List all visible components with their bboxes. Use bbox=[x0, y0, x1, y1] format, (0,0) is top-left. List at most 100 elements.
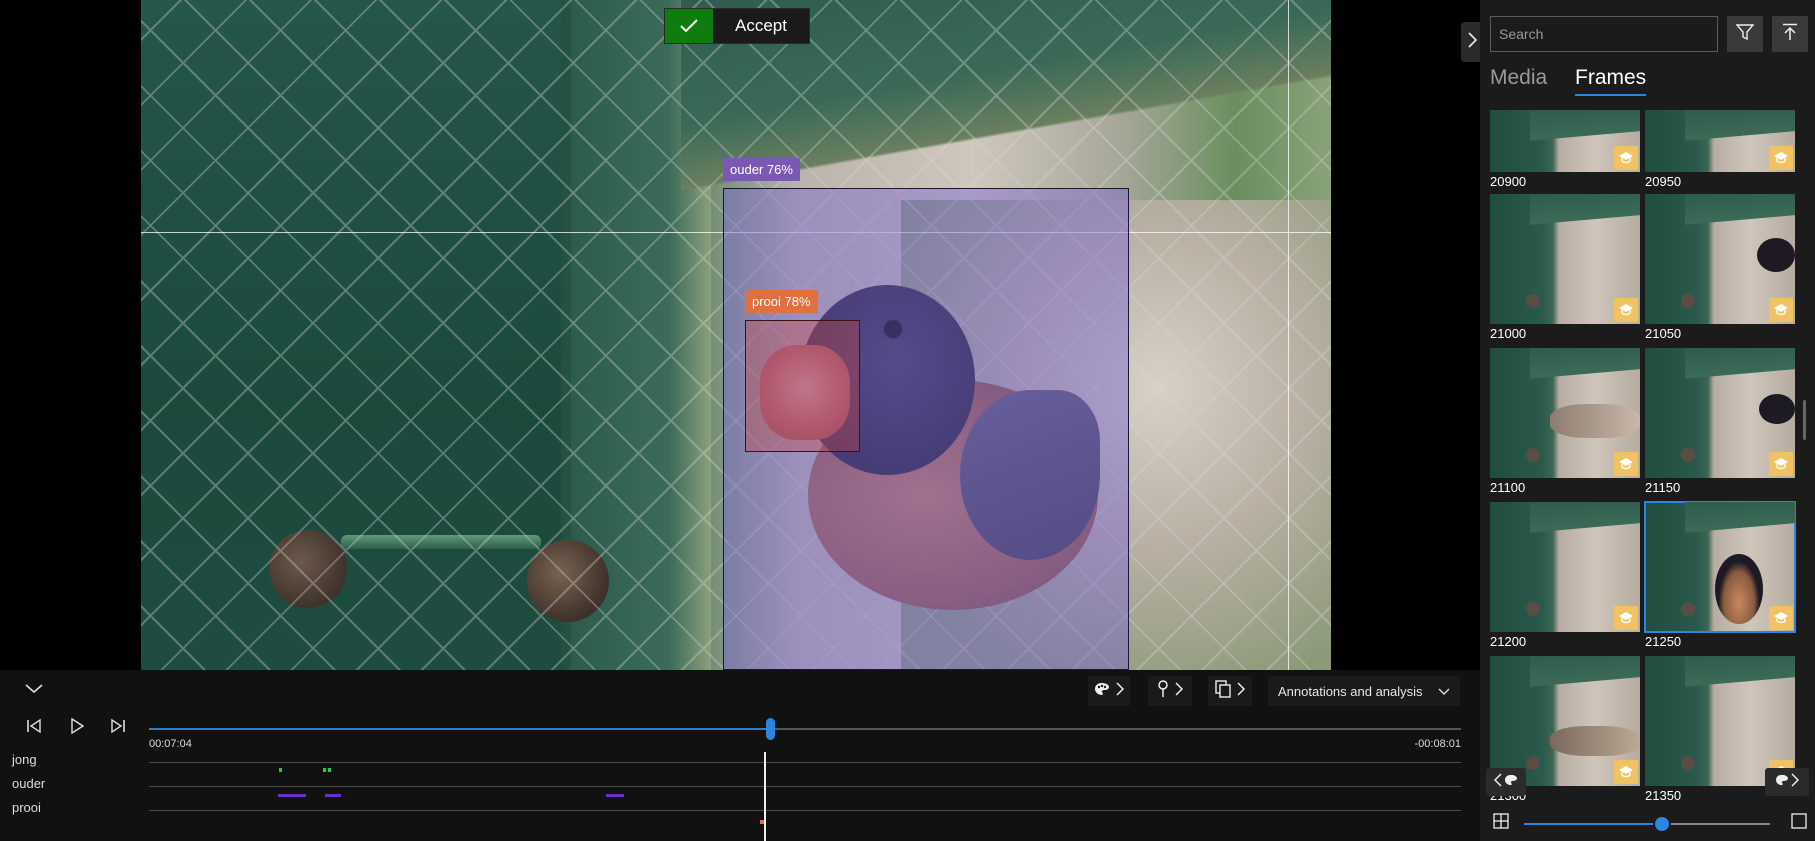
thumbnail-size-slider[interactable] bbox=[1524, 815, 1770, 833]
chevron-down-icon bbox=[1438, 684, 1450, 699]
graduation-cap-icon bbox=[1614, 146, 1638, 170]
media-viewer[interactable]: ouder 76% prooi 78% Accept bbox=[0, 0, 1480, 670]
annotation-class: ouder bbox=[730, 162, 764, 177]
chevron-down-icon bbox=[25, 681, 43, 699]
track-label-prooi: prooi bbox=[12, 800, 41, 815]
palette-icon bbox=[1094, 682, 1110, 701]
chevron-right-icon bbox=[1467, 31, 1477, 53]
graduation-cap-icon bbox=[1614, 452, 1638, 476]
frame-number: 20950 bbox=[1645, 174, 1682, 189]
skip-forward-icon bbox=[110, 718, 126, 739]
checkmark-icon bbox=[665, 9, 713, 43]
scrubber-thumb[interactable] bbox=[765, 718, 775, 740]
sidebar-panel: Media Frames 20900 20950 bbox=[1480, 0, 1815, 841]
graduation-cap-icon bbox=[1614, 606, 1638, 630]
frame-thumbnail[interactable]: 21100 bbox=[1490, 348, 1640, 495]
palette-icon bbox=[1775, 773, 1789, 791]
frame-thumbnail[interactable]: 21350 bbox=[1645, 656, 1795, 800]
frame-thumbnail[interactable]: 21000 bbox=[1490, 194, 1640, 341]
crosshair-vertical bbox=[1288, 0, 1289, 670]
single-view-icon bbox=[1791, 812, 1807, 834]
filter-button[interactable] bbox=[1727, 16, 1763, 52]
search-input[interactable] bbox=[1490, 16, 1718, 52]
track-marker-jong[interactable] bbox=[279, 768, 282, 772]
timeline-panel: Annotations and analysis 00:07:04 -00:08… bbox=[0, 670, 1480, 841]
slider-thumb[interactable] bbox=[1652, 815, 1671, 833]
track-line-jong[interactable] bbox=[149, 762, 1461, 763]
chevron-right-icon bbox=[1237, 681, 1246, 701]
scroll-to-top-icon bbox=[1782, 23, 1798, 46]
annotation-class: prooi bbox=[752, 294, 781, 309]
track-marker-jong[interactable] bbox=[323, 768, 326, 772]
copy-menu-button[interactable] bbox=[1208, 676, 1252, 706]
palette-menu-button[interactable] bbox=[1088, 676, 1130, 706]
track-marker-ouder[interactable] bbox=[606, 794, 624, 797]
view-mode-label: Annotations and analysis bbox=[1278, 683, 1423, 699]
previous-button[interactable] bbox=[20, 714, 48, 742]
playhead[interactable] bbox=[764, 752, 766, 841]
frame-thumbnail-selected[interactable]: 21250 bbox=[1644, 501, 1796, 649]
frame-number: 21050 bbox=[1645, 326, 1682, 341]
grid-view-icon bbox=[1493, 812, 1509, 834]
frame-number: 20900 bbox=[1490, 174, 1527, 189]
track-marker-ouder[interactable] bbox=[325, 794, 341, 797]
frame-number: 21350 bbox=[1645, 788, 1682, 800]
timeline-scrubber[interactable] bbox=[149, 718, 1461, 740]
track-marker-jong[interactable] bbox=[328, 768, 331, 772]
scroll-to-top-button[interactable] bbox=[1772, 16, 1808, 52]
frame-thumbnail[interactable]: 20950 bbox=[1645, 110, 1795, 189]
chevron-right-icon bbox=[1175, 681, 1184, 701]
frame-thumbnail[interactable]: 21200 bbox=[1490, 502, 1640, 649]
graduation-cap-icon bbox=[1769, 146, 1793, 170]
scrubber-progress bbox=[149, 728, 770, 730]
frame-number: 21150 bbox=[1645, 480, 1681, 495]
chevron-right-icon bbox=[1116, 681, 1125, 701]
accept-label: Accept bbox=[735, 16, 787, 35]
frame-thumbnail[interactable]: 20900 bbox=[1490, 110, 1640, 189]
collapse-button[interactable] bbox=[20, 678, 48, 702]
graduation-cap-icon bbox=[1769, 452, 1793, 476]
chevron-right-icon bbox=[1791, 772, 1800, 792]
single-view-button[interactable] bbox=[1788, 812, 1810, 834]
next-button[interactable] bbox=[104, 714, 132, 742]
graduation-cap-icon bbox=[1769, 298, 1793, 322]
filter-icon bbox=[1735, 23, 1755, 46]
previous-page-button[interactable] bbox=[1486, 768, 1526, 796]
play-icon bbox=[70, 717, 85, 739]
frame-thumbnail[interactable]: 21050 bbox=[1645, 194, 1795, 341]
pin-menu-button[interactable] bbox=[1148, 676, 1192, 706]
view-mode-dropdown[interactable]: Annotations and analysis bbox=[1268, 676, 1460, 706]
annotation-score: 78% bbox=[784, 294, 811, 309]
next-page-button[interactable] bbox=[1765, 768, 1809, 796]
bounding-box-prooi[interactable] bbox=[745, 320, 860, 452]
tab-media[interactable]: Media bbox=[1490, 66, 1547, 94]
bounding-box-label[interactable]: ouder 76% bbox=[723, 158, 800, 181]
frame-grid: 20900 20950 21000 21050 21100 21150 2120… bbox=[1490, 110, 1802, 800]
sidebar-scrollbar[interactable] bbox=[1803, 400, 1806, 440]
frame-number: 21000 bbox=[1490, 326, 1527, 341]
frame-thumbnail[interactable]: 21150 bbox=[1645, 348, 1795, 495]
pin-icon bbox=[1157, 679, 1169, 703]
copy-icon bbox=[1215, 679, 1231, 703]
graduation-cap-icon bbox=[1614, 760, 1638, 784]
frame-thumbnail[interactable]: 21300 bbox=[1490, 656, 1640, 800]
accept-button[interactable]: Accept bbox=[664, 8, 810, 44]
track-line-prooi[interactable] bbox=[149, 810, 1461, 811]
palette-icon bbox=[1504, 773, 1518, 791]
frame-number: 21200 bbox=[1490, 634, 1527, 649]
current-time: 00:07:04 bbox=[149, 738, 192, 750]
frame-number: 21100 bbox=[1490, 480, 1526, 495]
tab-frames[interactable]: Frames bbox=[1575, 66, 1647, 96]
graduation-cap-icon bbox=[1614, 298, 1638, 322]
annotation-score: 76% bbox=[766, 162, 793, 177]
app-window: ouder 76% prooi 78% Accept Annotations a… bbox=[0, 0, 1815, 841]
bounding-box-label[interactable]: prooi 78% bbox=[745, 290, 818, 313]
grid-view-button[interactable] bbox=[1490, 812, 1512, 834]
play-button[interactable] bbox=[63, 714, 91, 742]
graduation-cap-icon bbox=[1769, 606, 1793, 630]
skip-back-icon bbox=[26, 718, 42, 739]
track-marker-ouder[interactable] bbox=[278, 794, 306, 797]
track-line-ouder[interactable] bbox=[149, 786, 1461, 787]
track-label-jong: jong bbox=[12, 752, 37, 767]
track-label-ouder: ouder bbox=[12, 776, 46, 791]
